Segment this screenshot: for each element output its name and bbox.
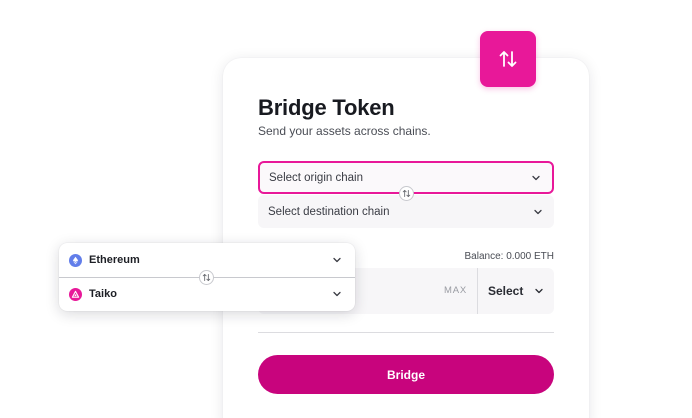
max-button[interactable]: MAX — [444, 285, 467, 296]
page-subtitle: Send your assets across chains. — [258, 124, 431, 138]
bridge-card: Bridge Token Send your assets across cha… — [223, 58, 589, 418]
swap-chains-button[interactable] — [199, 270, 214, 285]
taiko-icon — [69, 287, 82, 301]
destination-chain-label: Select destination chain — [268, 205, 390, 218]
chevron-down-icon — [331, 288, 343, 300]
swap-chains-button[interactable] — [399, 186, 414, 201]
origin-chain-label: Select origin chain — [269, 171, 363, 184]
chain-name: Ethereum — [89, 254, 140, 266]
swap-badge — [480, 31, 536, 87]
chain-selector-card: Ethereum Taiko — [59, 243, 355, 311]
token-select[interactable]: Select — [488, 268, 554, 314]
chevron-down-icon — [331, 254, 343, 266]
chevron-down-icon — [532, 206, 544, 218]
stage: Bridge Token Send your assets across cha… — [0, 0, 692, 418]
swap-arrows-icon — [402, 189, 411, 198]
bridge-button[interactable]: Bridge — [258, 355, 554, 394]
chain-name: Taiko — [89, 288, 117, 300]
divider — [258, 332, 554, 333]
token-select-label: Select — [488, 284, 524, 298]
ethereum-icon — [69, 253, 82, 267]
chevron-down-icon — [530, 172, 542, 184]
balance-text: Balance: 0.000 ETH — [464, 251, 555, 262]
amount-divider — [477, 268, 478, 314]
swap-arrows-icon — [499, 51, 517, 67]
swap-arrows-icon — [202, 273, 211, 282]
chevron-down-icon — [533, 285, 545, 297]
page-title: Bridge Token — [258, 95, 395, 120]
